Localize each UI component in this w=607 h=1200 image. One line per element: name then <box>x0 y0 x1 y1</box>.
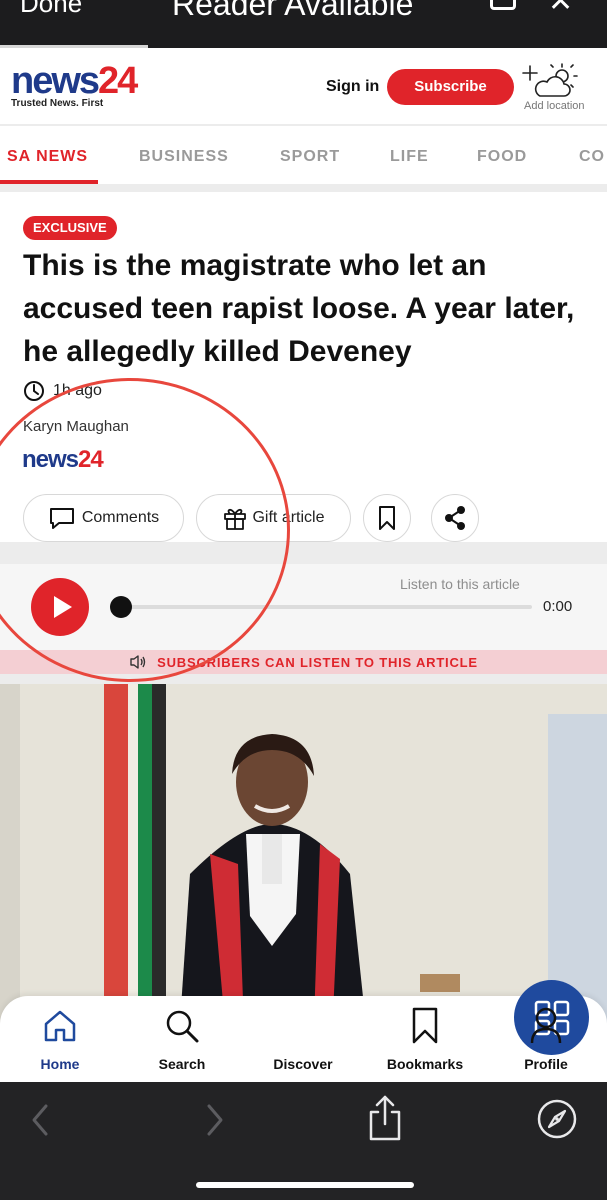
tab-profile-label: Profile <box>524 1056 568 1072</box>
app-tab-bar: Home Search Discover Bookmarks Profile <box>0 980 607 1082</box>
tab-bookmarks[interactable]: Bookmarks <box>370 1006 480 1072</box>
publish-time: 1h ago <box>23 379 102 403</box>
done-button[interactable]: Done <box>20 0 82 19</box>
search-icon <box>166 1010 199 1043</box>
article-headline: This is the magistrate who let an accuse… <box>23 249 575 368</box>
tab-profile[interactable]: Profile <box>491 1006 601 1072</box>
weather-icon <box>522 63 578 97</box>
comments-label: Comments <box>81 509 160 526</box>
home-indicator <box>196 1182 414 1188</box>
screen: Done Reader Available ✕ news24 Trusted N… <box>0 0 607 1200</box>
share-icon <box>445 506 465 530</box>
site-header: news24 Trusted News. First Sign in Subsc… <box>0 48 607 124</box>
tab-search-label: Search <box>158 1056 206 1072</box>
nav-food[interactable]: FOOD <box>477 148 527 166</box>
comments-button[interactable]: Comments <box>23 494 184 542</box>
tab-home-label: Home <box>40 1056 80 1072</box>
add-location-button[interactable]: Add location <box>522 62 602 114</box>
publisher-logo: news24 <box>22 446 104 473</box>
news24-logo[interactable]: news24 Trusted News. First <box>11 60 138 109</box>
nav-sport[interactable]: SPORT <box>280 148 340 166</box>
web-content: news24 Trusted News. First Sign in Subsc… <box>0 48 607 1082</box>
browser-top-bar: Done Reader Available ✕ <box>0 0 607 48</box>
clock-icon <box>24 381 44 401</box>
tab-discover[interactable]: Discover <box>248 980 589 1072</box>
tab-bookmarks-label: Bookmarks <box>386 1056 464 1072</box>
share-button[interactable] <box>431 494 479 542</box>
logo-text: news <box>11 60 100 102</box>
nav-business[interactable]: BUSINESS <box>139 148 229 166</box>
tab-discover-label: Discover <box>273 1056 333 1072</box>
publish-time-text: 1h ago <box>53 382 102 399</box>
speaker-icon <box>130 655 146 669</box>
gift-article-label: Gift article <box>252 509 325 526</box>
reader-available-title[interactable]: Reader Available <box>172 0 413 23</box>
home-icon <box>44 1010 76 1042</box>
subscribe-button[interactable]: Subscribe <box>387 69 514 105</box>
category-nav: SA NEWS BUSINESS SPORT LIFE FOOD CO <box>0 126 607 184</box>
bookmark-icon <box>412 1007 438 1044</box>
play-icon <box>54 596 72 618</box>
active-tab-underline <box>0 180 98 184</box>
subscribers-banner-text: SUBSCRIBERS CAN LISTEN TO THIS ARTICLE <box>157 654 478 670</box>
compass-icon[interactable] <box>536 1098 578 1140</box>
gift-icon <box>224 508 247 530</box>
nav-more-partial[interactable]: CO <box>579 148 605 166</box>
bookmark-article-button[interactable] <box>363 494 411 542</box>
audio-scrubber-handle[interactable] <box>110 596 132 618</box>
exclusive-badge: EXCLUSIVE <box>23 216 117 240</box>
tabs-icon[interactable] <box>490 0 516 10</box>
add-location-label: Add location <box>524 100 585 112</box>
comment-icon <box>49 508 74 529</box>
sign-in-link[interactable]: Sign in <box>326 78 379 96</box>
nav-sa-news[interactable]: SA NEWS <box>7 148 88 166</box>
profile-icon <box>530 1007 562 1044</box>
author-name[interactable]: Karyn Maughan <box>23 418 129 435</box>
tab-search[interactable]: Search <box>127 1006 237 1072</box>
audio-player: Listen to this article 0:00 <box>0 564 607 650</box>
audio-time: 0:00 <box>543 598 573 615</box>
audio-progress-track[interactable] <box>112 605 532 609</box>
gift-article-button[interactable]: Gift article <box>196 494 351 542</box>
listen-label: Listen to this article <box>400 576 520 592</box>
tab-home[interactable]: Home <box>5 1006 115 1072</box>
browser-bottom-toolbar <box>0 1082 607 1200</box>
logo-number: 24 <box>98 60 138 102</box>
subscribers-listen-banner[interactable]: SUBSCRIBERS CAN LISTEN TO THIS ARTICLE <box>0 650 607 674</box>
back-arrow-icon[interactable] <box>28 1102 52 1138</box>
bookmark-icon <box>379 506 395 530</box>
close-icon[interactable]: ✕ <box>548 0 573 19</box>
article-header: EXCLUSIVE This is the magistrate who let… <box>0 192 607 542</box>
nav-life[interactable]: LIFE <box>390 148 429 166</box>
share-sheet-icon[interactable] <box>366 1094 404 1142</box>
play-button[interactable] <box>31 578 89 636</box>
forward-arrow-icon[interactable] <box>203 1102 227 1138</box>
